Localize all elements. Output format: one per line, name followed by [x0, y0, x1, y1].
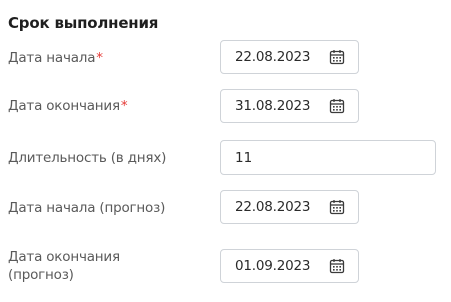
duration-input[interactable]: 11: [220, 140, 436, 175]
forecast-start-date-value: 22.08.2023: [235, 199, 311, 215]
duration-label: Длительность (в днях): [8, 150, 167, 166]
start-date-input[interactable]: 22.08.2023: [220, 40, 359, 74]
start-date-label: Дата начала*: [8, 49, 103, 67]
calendar-icon[interactable]: [329, 258, 345, 274]
calendar-icon[interactable]: [329, 199, 345, 215]
forecast-end-date-label-line1: Дата окончания: [8, 249, 120, 265]
calendar-icon[interactable]: [329, 49, 345, 65]
forecast-start-date-label: Дата начала (прогноз): [8, 200, 166, 216]
end-date-label: Дата окончания*: [8, 97, 128, 115]
end-date-value: 31.08.2023: [235, 98, 311, 114]
start-date-label-text: Дата начала: [8, 50, 96, 66]
forecast-end-date-label: Дата окончания (прогноз): [8, 248, 120, 284]
section-title: Срок выполнения: [8, 14, 159, 32]
required-mark: *: [120, 98, 128, 114]
end-date-label-text: Дата окончания: [8, 98, 120, 114]
forecast-end-date-label-line2: (прогноз): [8, 267, 74, 283]
end-date-input[interactable]: 31.08.2023: [220, 89, 359, 123]
forecast-end-date-input[interactable]: 01.09.2023: [220, 249, 359, 283]
start-date-value: 22.08.2023: [235, 49, 311, 65]
required-mark: *: [96, 50, 103, 66]
forecast-end-date-value: 01.09.2023: [235, 258, 311, 274]
calendar-icon[interactable]: [329, 98, 345, 114]
duration-value: 11: [235, 149, 253, 166]
forecast-start-date-input[interactable]: 22.08.2023: [220, 190, 359, 224]
